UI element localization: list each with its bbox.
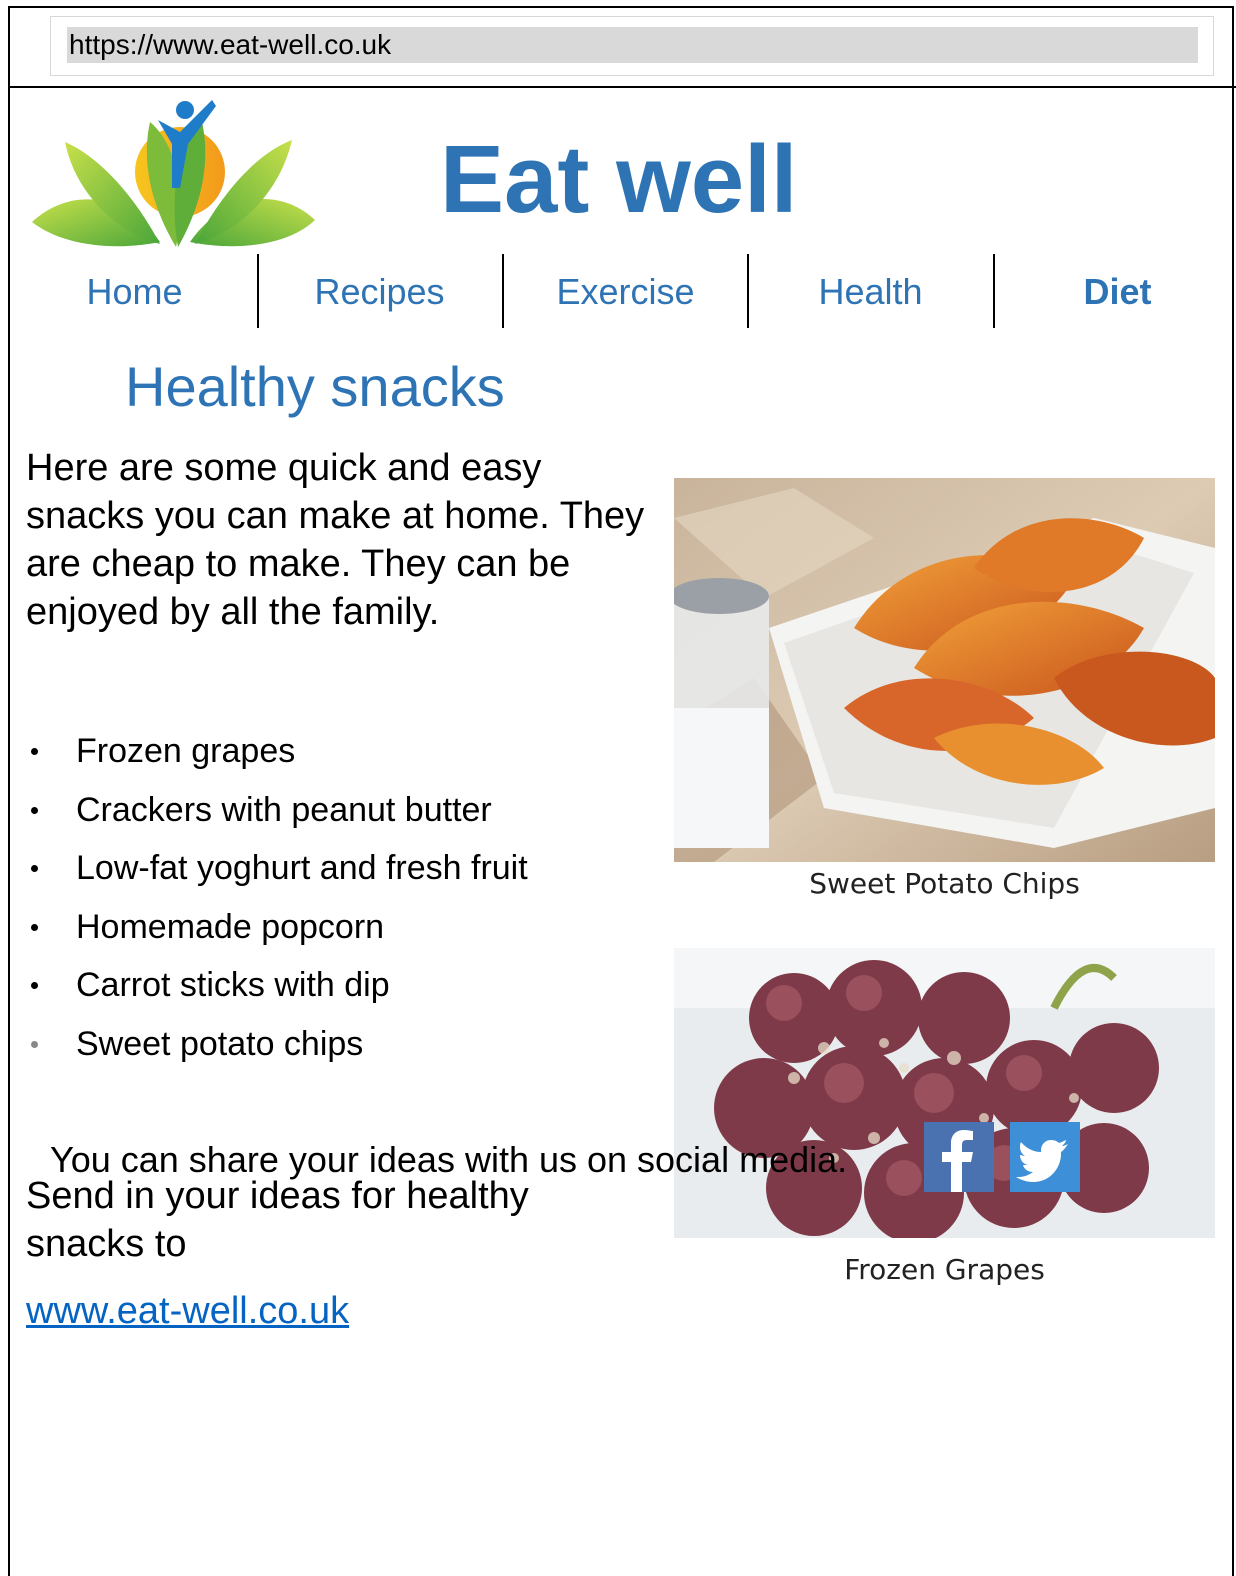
social-media-text: You can share your ideas with us on soci… [50,1139,848,1180]
website-link[interactable]: www.eat-well.co.uk [26,1290,349,1333]
header-divider [8,86,1236,88]
nav-health[interactable]: Health [748,254,993,328]
nav-exercise[interactable]: Exercise [503,254,748,328]
url-field[interactable]: https://www.eat-well.co.uk [67,27,1198,63]
facebook-icon[interactable] [924,1122,994,1192]
snack-list: Frozen grapes Crackers with peanut butte… [26,722,528,1074]
nav-home[interactable]: Home [12,254,257,328]
site-title: Eat well [440,126,798,233]
list-item: Frozen grapes [26,722,528,781]
sweet-potato-chips-photo [674,478,1215,862]
address-bar: https://www.eat-well.co.uk [50,16,1214,76]
list-item: Sweet potato chips [26,1015,528,1074]
list-item: Low-fat yoghurt and fresh fruit [26,839,528,898]
nav-recipes[interactable]: Recipes [257,254,502,328]
nav-diet[interactable]: Diet [995,254,1236,328]
page-title: Healthy snacks [125,355,505,418]
list-item: Carrot sticks with dip [26,956,528,1015]
list-item: Crackers with peanut butter [26,781,528,840]
send-ideas-text: Send in your ideas for healthy snacks to [26,1175,529,1265]
frozen-grapes-photo [674,948,1215,1238]
twitter-icon[interactable] [1010,1122,1080,1192]
list-item: Homemade popcorn [26,898,528,957]
grapes-caption: Frozen Grapes [844,1253,1045,1286]
chips-caption: Sweet Potato Chips [809,867,1080,900]
main-nav: Home Recipes Exercise Health Diet [12,254,1236,328]
intro-text: Here are some quick and easy snacks you … [26,447,645,633]
site-logo[interactable] [30,92,320,252]
